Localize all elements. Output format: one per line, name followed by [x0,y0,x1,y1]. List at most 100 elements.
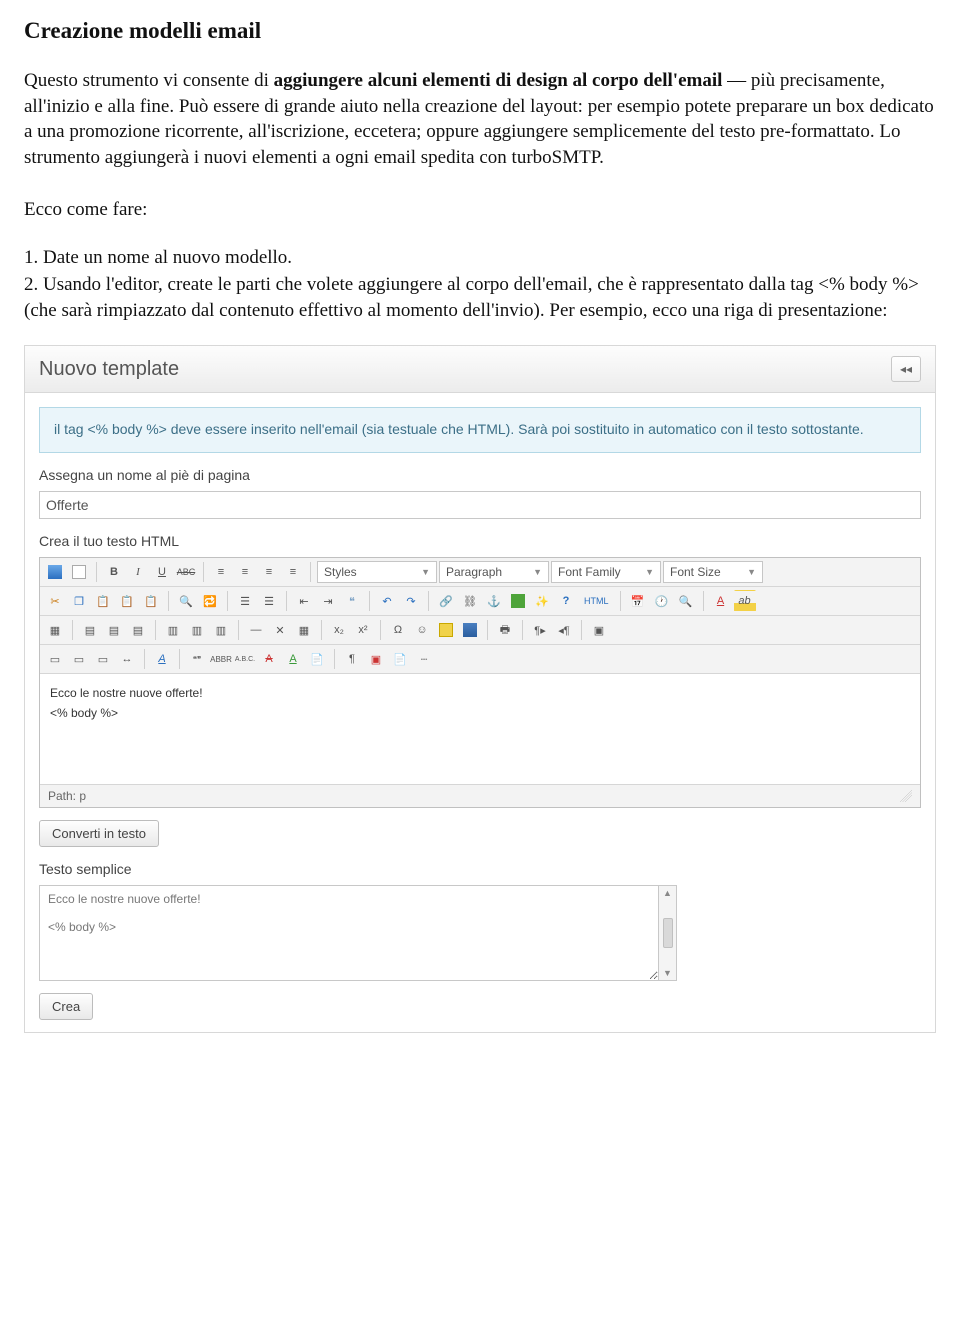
remove-format-icon[interactable]: ✕ [269,619,291,641]
rtl-icon[interactable]: ◂¶ [553,619,575,641]
emoticon-icon[interactable]: ☺ [411,619,433,641]
del-icon[interactable]: A [258,648,280,670]
separator [428,591,429,611]
anchor-icon[interactable]: ⚓ [483,590,505,612]
col-after-icon[interactable]: ▥ [186,619,208,641]
plain-text-label: Testo semplice [39,861,921,877]
absolute-icon[interactable]: ↔ [116,648,138,670]
pagebreak-icon[interactable]: ┄ [413,648,435,670]
visualchars-icon[interactable]: ¶ [341,648,363,670]
cleanup-icon[interactable]: ✨ [531,590,553,612]
separator [321,620,322,640]
cite-icon[interactable]: ❝❞ [186,648,208,670]
print-icon[interactable]: 🖶 [494,619,516,641]
separator [227,591,228,611]
align-justify-icon[interactable]: ≡ [282,561,304,583]
convert-to-text-button[interactable]: Converti in testo [39,820,159,847]
find-icon[interactable]: 🔍 [175,590,197,612]
subscript-icon[interactable]: x₂ [328,619,350,641]
styles-label: Styles [324,565,357,579]
create-button[interactable]: Crea [39,993,93,1020]
table-icon[interactable]: ▦ [44,619,66,641]
delete-row-icon[interactable]: ▤ [127,619,149,641]
unlink-icon[interactable]: ⛓ [459,590,481,612]
scroll-thumb[interactable] [663,918,673,948]
template-icon[interactable]: 📄 [389,648,411,670]
time-icon[interactable]: 🕐 [651,590,673,612]
italic-button[interactable]: I [127,561,149,583]
html-source-button[interactable]: HTML [579,590,614,612]
date-icon[interactable]: 📅 [627,590,649,612]
resize-grip-icon[interactable] [900,790,912,802]
ltr-icon[interactable]: ¶▸ [529,619,551,641]
strikethrough-button[interactable]: ABC [175,561,197,583]
row-before-icon[interactable]: ▤ [79,619,101,641]
link-icon[interactable]: 🔗 [435,590,457,612]
move-forward-icon[interactable]: ▭ [68,648,90,670]
hr-icon[interactable]: — [245,619,267,641]
styleprops-icon[interactable]: A [151,648,173,670]
separator [203,562,204,582]
acronym-icon[interactable]: A.B.C. [234,648,256,670]
bullet-list-icon[interactable]: ☰ [234,590,256,612]
col-before-icon[interactable]: ▥ [162,619,184,641]
styles-select[interactable]: Styles ▼ [317,561,437,583]
paste-text-icon[interactable]: 📋 [116,590,138,612]
outdent-icon[interactable]: ⇤ [293,590,315,612]
replace-icon[interactable]: 🔁 [199,590,221,612]
media-icon[interactable] [435,619,457,641]
indent-icon[interactable]: ⇥ [317,590,339,612]
collapse-button[interactable]: ◂◂ [891,356,921,382]
new-doc-icon[interactable] [68,561,90,583]
help-icon[interactable]: ? [555,590,577,612]
backcolor-button[interactable]: ab [734,590,756,612]
number-list-icon[interactable]: ☰ [258,590,280,612]
font-size-select[interactable]: Font Size▼ [663,561,763,583]
chevron-down-icon: ▼ [421,567,430,577]
scroll-down-icon[interactable]: ▼ [663,968,672,978]
html-editor-label: Crea il tuo testo HTML [39,533,921,549]
save-icon[interactable] [44,561,66,583]
superscript-icon[interactable]: x² [352,619,374,641]
underline-button[interactable]: U [151,561,173,583]
redo-icon[interactable]: ↷ [400,590,422,612]
font-family-select[interactable]: Font Family▼ [551,561,661,583]
intro-paragraph: Questo strumento vi consente di aggiunge… [24,68,936,171]
cut-icon[interactable]: ✂ [44,590,66,612]
paragraph-select[interactable]: Paragraph▼ [439,561,549,583]
image-icon[interactable] [507,590,529,612]
delete-col-icon[interactable]: ▥ [210,619,232,641]
visual-aid-icon[interactable]: ▦ [293,619,315,641]
nonbreaking-icon[interactable]: ▣ [365,648,387,670]
fullscreen-icon[interactable]: ▣ [588,619,610,641]
scrollbar[interactable]: ▲ ▼ [659,885,677,981]
align-left-icon[interactable]: ≡ [210,561,232,583]
copy-icon[interactable]: ❐ [68,590,90,612]
blockquote-icon[interactable]: ❝ [341,590,363,612]
separator [334,649,335,669]
iespell-icon[interactable] [459,619,481,641]
bold-button[interactable]: B [103,561,125,583]
layer-icon[interactable]: ▭ [44,648,66,670]
align-right-icon[interactable]: ≡ [258,561,280,583]
ins-icon[interactable]: A [282,648,304,670]
template-name-input[interactable] [39,491,921,519]
preview-icon[interactable]: 🔍 [675,590,697,612]
forecolor-button[interactable]: A [710,590,732,612]
intro-lead: Questo strumento vi consente di [24,70,274,91]
scroll-up-icon[interactable]: ▲ [663,888,672,898]
charmap-icon[interactable]: Ω [387,619,409,641]
paragraph-label: Paragraph [446,565,502,579]
paste-icon[interactable]: 📋 [92,590,114,612]
row-after-icon[interactable]: ▤ [103,619,125,641]
separator [310,562,311,582]
separator [96,562,97,582]
plain-text-area[interactable]: Ecco le nostre nuove offerte! <% body %> [39,885,659,981]
move-backward-icon[interactable]: ▭ [92,648,114,670]
paste-word-icon[interactable]: 📋 [140,590,162,612]
attribs-icon[interactable]: 📄 [306,648,328,670]
abbr-icon[interactable]: ABBR [210,648,232,670]
editor-content-area[interactable]: Ecco le nostre nuove offerte! <% body %> [40,674,920,784]
undo-icon[interactable]: ↶ [376,590,398,612]
align-center-icon[interactable]: ≡ [234,561,256,583]
